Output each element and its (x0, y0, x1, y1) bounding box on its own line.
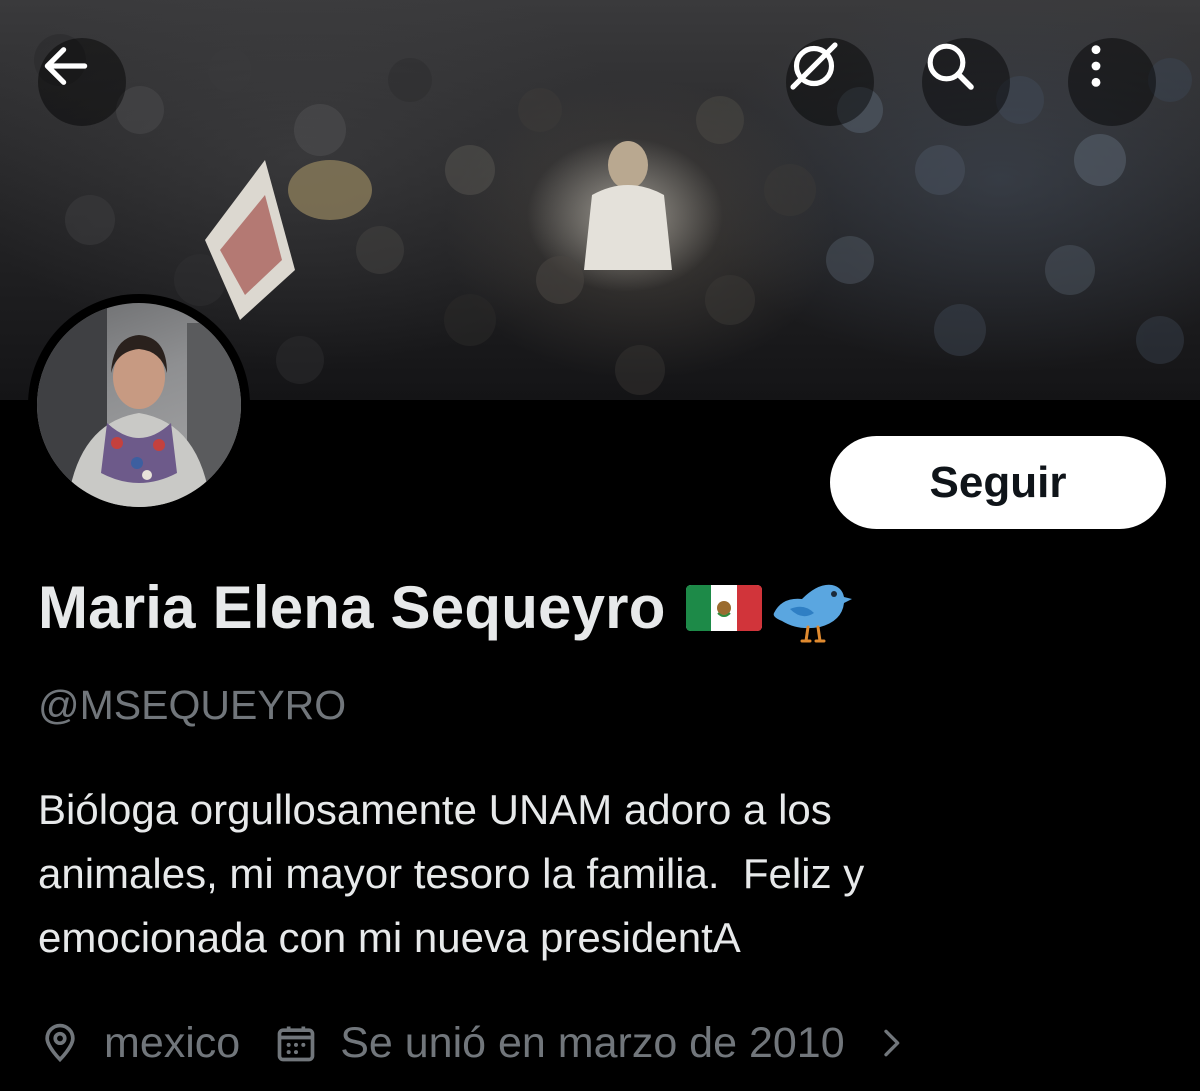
display-name-row: Maria Elena Sequeyro (38, 569, 854, 645)
chevron-right-icon (883, 1029, 899, 1057)
arrow-left-icon (44, 47, 88, 85)
grok-button[interactable] (786, 38, 874, 126)
username-handle: @MSEQUEYRO (38, 682, 347, 728)
location-item: mexico (38, 1019, 240, 1068)
follow-button[interactable]: Seguir (830, 436, 1166, 529)
search-icon (927, 43, 974, 90)
profile-meta-row: mexico Se unió en marzo de 2010 (38, 1014, 911, 1072)
more-vertical-icon (1091, 45, 1101, 87)
profile-page: Seguir Maria Elena Sequeyro @MSEQUEYRO B… (0, 0, 1200, 1091)
profile-bio: Bióloga orgullosamente UNAM adoro a los … (38, 778, 1158, 970)
location-text: mexico (104, 1018, 241, 1067)
location-pin-icon (45, 1023, 75, 1063)
bio-line: Bióloga orgullosamente UNAM adoro a los (38, 786, 832, 833)
back-button[interactable] (38, 38, 126, 126)
avatar-photo (37, 303, 241, 507)
profile-avatar[interactable] (28, 294, 250, 516)
joined-date-text: Se unió en marzo de 2010 (340, 1018, 845, 1067)
joined-date-item[interactable]: Se unió en marzo de 2010 (274, 1019, 910, 1068)
name-emojis (684, 569, 854, 645)
bio-line: animales, mi mayor tesoro la familia. Fe… (38, 850, 865, 897)
mexico-flag-icon (685, 585, 762, 631)
bio-line: emocionada con mi nueva presidentA (38, 914, 741, 961)
display-name: Maria Elena Sequeyro (38, 573, 666, 641)
bird-icon (773, 584, 852, 643)
search-button[interactable] (922, 38, 1010, 126)
calendar-icon (277, 1026, 315, 1062)
grok-icon (790, 42, 838, 90)
more-options-button[interactable] (1068, 38, 1156, 126)
